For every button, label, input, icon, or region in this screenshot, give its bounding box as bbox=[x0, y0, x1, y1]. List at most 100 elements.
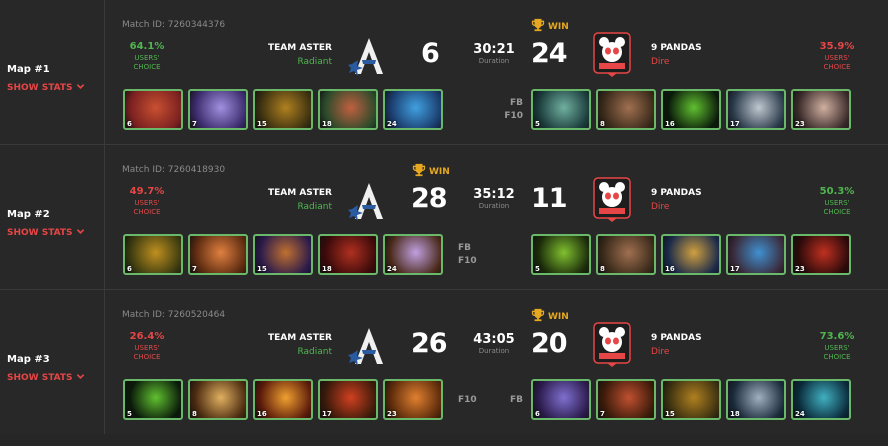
hero-portrait-29[interactable]: 18 bbox=[726, 379, 786, 420]
hero-level: 17 bbox=[730, 120, 740, 128]
left-team-name[interactable]: TEAM ASTER bbox=[268, 333, 332, 343]
map-label-column: Map #2 SHOW STATS bbox=[0, 145, 105, 289]
users-choice-label: USERS' CHOICE bbox=[823, 199, 851, 216]
right-team-name[interactable]: 9 PANDAS bbox=[651, 188, 702, 198]
flag-fb: FB bbox=[509, 98, 523, 108]
left-team-name[interactable]: TEAM ASTER bbox=[268, 188, 332, 198]
hero-level: 16 bbox=[665, 265, 675, 273]
right-hero-lineup: 6 7 15 18 24 bbox=[531, 379, 851, 420]
hero-portrait-23[interactable]: 16 bbox=[253, 379, 313, 420]
users-choice-label: USERS' CHOICE bbox=[823, 54, 851, 71]
hero-portrait-4[interactable]: 18 bbox=[318, 89, 378, 130]
hero-portrait-12[interactable]: 7 bbox=[188, 234, 248, 275]
right-team-side: Dire bbox=[651, 57, 670, 67]
right-users-choice: 50.3% USERS' CHOICE bbox=[812, 186, 862, 217]
show-stats-button[interactable]: SHOW STATS bbox=[7, 82, 85, 94]
hero-portrait-30[interactable]: 24 bbox=[791, 379, 851, 420]
map-row: Map #3 SHOW STATS Match ID: 7260520464 26.4… bbox=[0, 290, 888, 434]
hero-portrait-19[interactable]: 17 bbox=[726, 234, 786, 275]
chevron-down-icon bbox=[76, 372, 85, 384]
hero-portrait-14[interactable]: 18 bbox=[318, 234, 378, 275]
team-aster-logo[interactable] bbox=[348, 181, 390, 227]
hero-portrait-10[interactable]: 23 bbox=[791, 89, 851, 130]
hero-level: 7 bbox=[192, 120, 197, 128]
users-choice-pct: 35.9% bbox=[819, 41, 855, 52]
team-aster-logo[interactable] bbox=[348, 36, 390, 82]
right-team-side: Dire bbox=[651, 347, 670, 357]
hero-portrait-8[interactable]: 16 bbox=[661, 89, 721, 130]
hero-portrait-18[interactable]: 16 bbox=[661, 234, 721, 275]
match-duration: 35:12 Duration bbox=[464, 187, 524, 210]
right-team-name[interactable]: 9 PANDAS bbox=[651, 333, 702, 343]
show-stats-button[interactable]: SHOW STATS bbox=[7, 227, 85, 239]
hero-portrait-27[interactable]: 7 bbox=[596, 379, 656, 420]
right-team-name[interactable]: 9 PANDAS bbox=[651, 43, 702, 53]
users-choice-label: USERS' CHOICE bbox=[823, 344, 851, 361]
hero-portrait-16[interactable]: 5 bbox=[531, 234, 591, 275]
hero-portrait-17[interactable]: 8 bbox=[596, 234, 656, 275]
chevron-down-icon bbox=[76, 227, 85, 239]
map-row: Map #2 SHOW STATS Match ID: 7260418930 49.7… bbox=[0, 145, 888, 290]
duration-time: 30:21 bbox=[473, 42, 515, 57]
hero-portrait-25[interactable]: 23 bbox=[383, 379, 443, 420]
right-team-flags: FB F10 bbox=[504, 97, 523, 123]
hero-portrait-7[interactable]: 8 bbox=[596, 89, 656, 130]
flag-fb: FB bbox=[509, 395, 523, 405]
right-team-score: 20 bbox=[531, 328, 568, 359]
users-choice-label: USERS' CHOICE bbox=[133, 54, 161, 71]
hero-level: 8 bbox=[600, 265, 605, 273]
hero-level: 15 bbox=[665, 410, 675, 418]
hero-portrait-1[interactable]: 6 bbox=[123, 89, 183, 130]
nine-pandas-logo[interactable] bbox=[593, 322, 631, 372]
hero-portrait-20[interactable]: 23 bbox=[791, 234, 851, 275]
nine-pandas-logo[interactable] bbox=[593, 177, 631, 227]
left-hero-lineup: 6 7 15 18 24 bbox=[123, 89, 443, 130]
users-choice-label: USERS' CHOICE bbox=[133, 344, 161, 361]
win-badge: WIN bbox=[531, 308, 569, 325]
left-users-choice: 64.1% USERS' CHOICE bbox=[122, 41, 172, 72]
hero-level: 7 bbox=[600, 410, 605, 418]
hero-portrait-15[interactable]: 24 bbox=[383, 234, 443, 275]
match-duration: 30:21 Duration bbox=[464, 42, 524, 65]
users-choice-pct: 50.3% bbox=[819, 186, 855, 197]
win-badge: WIN bbox=[412, 163, 450, 180]
win-label: WIN bbox=[548, 311, 569, 322]
hero-portrait-22[interactable]: 8 bbox=[188, 379, 248, 420]
trophy-icon bbox=[412, 163, 426, 180]
hero-portrait-11[interactable]: 6 bbox=[123, 234, 183, 275]
hero-level: 24 bbox=[387, 265, 397, 273]
hero-portrait-3[interactable]: 15 bbox=[253, 89, 313, 130]
hero-level: 16 bbox=[257, 410, 267, 418]
hero-level: 23 bbox=[795, 265, 805, 273]
show-stats-button[interactable]: SHOW STATS bbox=[7, 372, 85, 384]
left-team-name[interactable]: TEAM ASTER bbox=[268, 43, 332, 53]
hero-portrait-13[interactable]: 15 bbox=[253, 234, 313, 275]
hero-portrait-21[interactable]: 5 bbox=[123, 379, 183, 420]
left-team-score: 28 bbox=[411, 183, 448, 214]
hero-portrait-26[interactable]: 6 bbox=[531, 379, 591, 420]
map-label-column: Map #1 SHOW STATS bbox=[0, 0, 105, 144]
nine-pandas-logo[interactable] bbox=[593, 32, 631, 82]
match-id: Match ID: 7260344376 bbox=[122, 20, 226, 30]
right-team-score: 11 bbox=[531, 183, 568, 214]
hero-portrait-2[interactable]: 7 bbox=[188, 89, 248, 130]
hero-portrait-5[interactable]: 24 bbox=[383, 89, 443, 130]
flag-f10: F10 bbox=[504, 111, 523, 121]
left-hero-lineup: 5 8 16 17 23 bbox=[123, 379, 443, 420]
hero-portrait-28[interactable]: 15 bbox=[661, 379, 721, 420]
users-choice-label: USERS' CHOICE bbox=[133, 199, 161, 216]
right-team-side: Dire bbox=[651, 202, 670, 212]
hero-level: 23 bbox=[795, 120, 805, 128]
hero-level: 23 bbox=[387, 410, 397, 418]
hero-level: 8 bbox=[600, 120, 605, 128]
show-stats-label: SHOW STATS bbox=[7, 373, 73, 383]
hero-portrait-24[interactable]: 17 bbox=[318, 379, 378, 420]
hero-portrait-6[interactable]: 5 bbox=[531, 89, 591, 130]
hero-level: 17 bbox=[730, 265, 740, 273]
users-choice-pct: 73.6% bbox=[819, 331, 855, 342]
flag-f10: F10 bbox=[458, 256, 477, 266]
hero-portrait-9[interactable]: 17 bbox=[726, 89, 786, 130]
match-id: Match ID: 7260520464 bbox=[122, 310, 226, 320]
map-title: Map #2 bbox=[7, 209, 50, 220]
team-aster-logo[interactable] bbox=[348, 326, 390, 372]
